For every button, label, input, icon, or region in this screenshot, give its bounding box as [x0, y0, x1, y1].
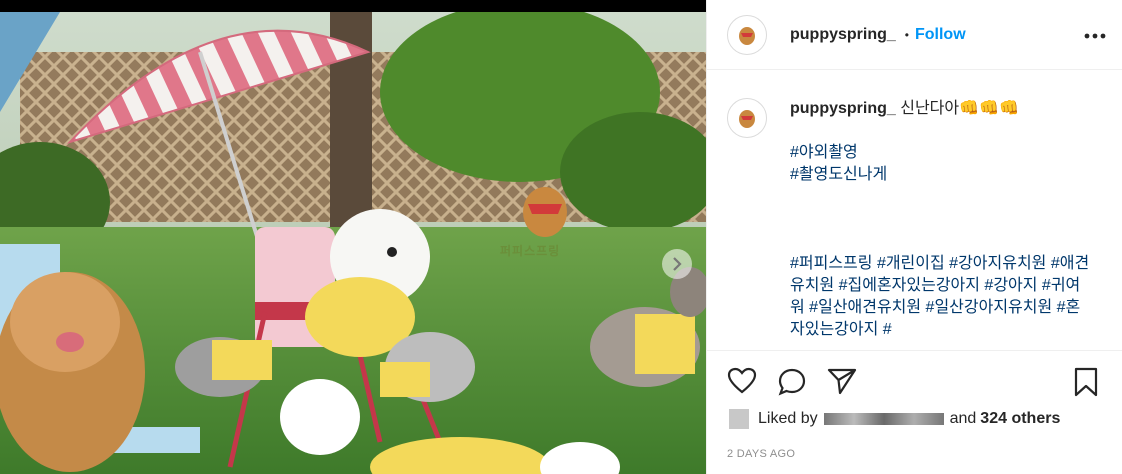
action-bar: [707, 350, 1122, 411]
and-label: and: [949, 410, 977, 427]
hashtag-block[interactable]: #퍼피스프링 #개린이집 #강아지유치원 #애견유치원 #집에혼자있는강아지 #…: [790, 253, 1090, 341]
comment-icon: [778, 368, 806, 396]
caption-message: 신난다아👊👊👊: [900, 100, 1019, 117]
watermark-text: 퍼피스프링: [500, 244, 561, 258]
caption-text: puppyspring_ 신난다아👊👊👊 #야외촬영 #촬영도신나게 #퍼피스프…: [790, 98, 1090, 341]
follow-button[interactable]: Follow: [915, 26, 966, 44]
dog-logo-icon: [739, 26, 755, 45]
like-button[interactable]: [727, 367, 757, 400]
hashtag-line[interactable]: #야외촬영: [790, 142, 1090, 164]
username-link[interactable]: puppyspring_: [790, 26, 896, 44]
others-link[interactable]: 324 others: [980, 410, 1060, 428]
chevron-right-icon: [673, 257, 682, 271]
next-photo-button[interactable]: [662, 249, 692, 279]
photo-top-bar: [0, 0, 706, 12]
share-icon: [827, 368, 857, 395]
share-button[interactable]: [827, 367, 857, 400]
comment-button[interactable]: [777, 367, 807, 402]
liked-by-label: Liked by: [758, 410, 818, 427]
post-header: puppyspring_ • Follow: [707, 0, 1122, 70]
more-options-button[interactable]: [1084, 26, 1106, 44]
post-sidebar: puppyspring_ • Follow puppyspring_ 신난다아👊…: [706, 0, 1122, 474]
post-photo[interactable]: 퍼피스프링: [0, 0, 706, 474]
bookmark-icon: [1074, 367, 1098, 397]
caption-avatar[interactable]: [727, 98, 767, 138]
liker-avatar[interactable]: [729, 409, 749, 429]
post-timestamp[interactable]: 2 DAYS AGO: [727, 448, 795, 460]
caption-username[interactable]: puppyspring_: [790, 100, 896, 117]
avatar[interactable]: [727, 14, 767, 55]
liker-username-blurred[interactable]: [823, 413, 944, 425]
separator-dot: •: [904, 27, 909, 42]
hashtag-line[interactable]: #촬영도신나게: [790, 164, 1090, 186]
likes-summary: Liked by and 324 others: [729, 409, 1060, 429]
heart-icon: [727, 367, 757, 394]
caption-section: puppyspring_ 신난다아👊👊👊 #야외촬영 #촬영도신나게 #퍼피스프…: [727, 98, 1107, 341]
instagram-post: 퍼피스프링 puppyspring_ • Follow puppyspring_…: [0, 0, 1122, 474]
save-button[interactable]: [1073, 367, 1099, 402]
dog-logo-icon: [739, 110, 755, 128]
garden-dogs-photo: [0, 12, 706, 474]
more-icon: [1084, 33, 1106, 38]
